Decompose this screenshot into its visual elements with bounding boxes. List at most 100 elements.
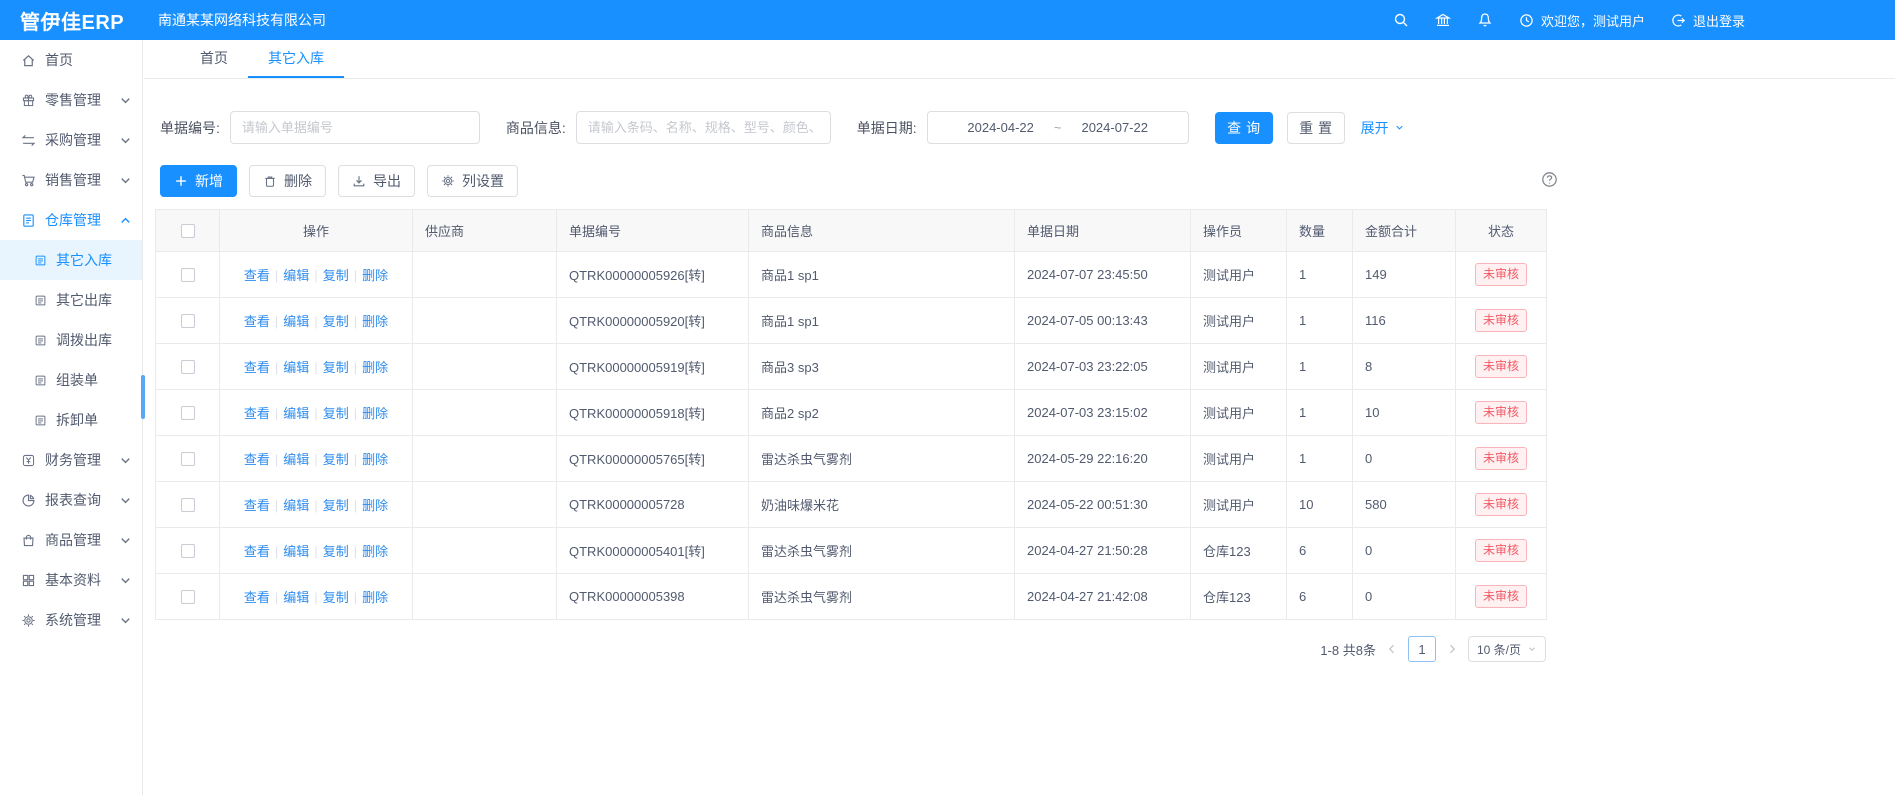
action-编辑[interactable]: 编辑 bbox=[283, 314, 309, 329]
add-button[interactable]: 新增 bbox=[160, 165, 237, 197]
select-all-checkbox[interactable] bbox=[181, 224, 195, 238]
cell-supplier bbox=[413, 252, 557, 298]
sidebar-item-基本资料[interactable]: 基本资料 bbox=[0, 560, 142, 600]
row-checkbox[interactable] bbox=[181, 452, 195, 466]
action-查看[interactable]: 查看 bbox=[244, 314, 270, 329]
main-content: 首页其它入库 单据编号: 商品信息: 单据日期: 2024-04-22 ~ 20… bbox=[144, 40, 1895, 795]
logout-button[interactable]: 退出登录 bbox=[1671, 11, 1745, 30]
action-编辑[interactable]: 编辑 bbox=[283, 360, 309, 375]
expand-toggle[interactable]: 展开 bbox=[1361, 118, 1405, 138]
action-编辑[interactable]: 编辑 bbox=[283, 498, 309, 513]
page-size-select[interactable]: 10 条/页 bbox=[1468, 636, 1546, 662]
action-查看[interactable]: 查看 bbox=[244, 406, 270, 421]
search-button[interactable]: 查询 bbox=[1215, 112, 1273, 144]
sidebar-item-销售管理[interactable]: 销售管理 bbox=[0, 160, 142, 200]
action-separator: | bbox=[275, 498, 278, 513]
action-删除[interactable]: 删除 bbox=[362, 406, 388, 421]
action-查看[interactable]: 查看 bbox=[244, 498, 270, 513]
product-info-input[interactable] bbox=[576, 111, 831, 144]
tab-其它入库[interactable]: 其它入库 bbox=[248, 40, 344, 78]
action-查看[interactable]: 查看 bbox=[244, 268, 270, 283]
filter-bar: 单据编号: 商品信息: 单据日期: 2024-04-22 ~ 2024-07-2… bbox=[144, 111, 1560, 144]
row-checkbox[interactable] bbox=[181, 314, 195, 328]
action-复制[interactable]: 复制 bbox=[323, 268, 349, 283]
row-checkbox[interactable] bbox=[181, 406, 195, 420]
row-checkbox[interactable] bbox=[181, 268, 195, 282]
next-page-button[interactable] bbox=[1446, 643, 1458, 655]
prev-page-button[interactable] bbox=[1386, 643, 1398, 655]
doc-icon bbox=[34, 294, 47, 307]
row-checkbox[interactable] bbox=[181, 544, 195, 558]
reset-button[interactable]: 重置 bbox=[1287, 112, 1345, 144]
column-settings-button[interactable]: 列设置 bbox=[427, 165, 518, 197]
user-menu[interactable]: 欢迎您，测试用户 bbox=[1519, 11, 1645, 30]
sidebar-item-财务管理[interactable]: 财务管理 bbox=[0, 440, 142, 480]
cell-qty: 1 bbox=[1287, 298, 1353, 344]
sidebar-scrollbar-thumb[interactable] bbox=[141, 375, 145, 419]
action-删除[interactable]: 删除 bbox=[362, 590, 388, 605]
action-查看[interactable]: 查看 bbox=[244, 360, 270, 375]
sidebar-item-label: 报表查询 bbox=[45, 490, 101, 510]
sidebar-item-其它入库[interactable]: 其它入库 bbox=[0, 240, 142, 280]
search-icon[interactable] bbox=[1393, 12, 1409, 28]
action-编辑[interactable]: 编辑 bbox=[283, 590, 309, 605]
organization-icon[interactable] bbox=[1435, 12, 1451, 28]
action-删除[interactable]: 删除 bbox=[362, 360, 388, 375]
action-查看[interactable]: 查看 bbox=[244, 590, 270, 605]
action-复制[interactable]: 复制 bbox=[323, 590, 349, 605]
sidebar-item-报表查询[interactable]: 报表查询 bbox=[0, 480, 142, 520]
action-复制[interactable]: 复制 bbox=[323, 498, 349, 513]
sidebar-item-首页[interactable]: 首页 bbox=[0, 40, 142, 80]
action-编辑[interactable]: 编辑 bbox=[283, 268, 309, 283]
sidebar-item-label: 基本资料 bbox=[45, 570, 101, 590]
cell-date: 2024-07-03 23:22:05 bbox=[1015, 344, 1191, 390]
sidebar-item-仓库管理[interactable]: 仓库管理 bbox=[0, 200, 142, 240]
action-编辑[interactable]: 编辑 bbox=[283, 544, 309, 559]
sidebar-item-label: 商品管理 bbox=[45, 530, 101, 550]
action-复制[interactable]: 复制 bbox=[323, 314, 349, 329]
sidebar-item-系统管理[interactable]: 系统管理 bbox=[0, 600, 142, 640]
sidebar-item-组装单[interactable]: 组装单 bbox=[0, 360, 142, 400]
action-复制[interactable]: 复制 bbox=[323, 406, 349, 421]
table-row: 查看|编辑|复制|删除QTRK00000005919[转]商品3 sp32024… bbox=[156, 344, 1547, 390]
tab-首页[interactable]: 首页 bbox=[180, 40, 248, 78]
column-header-数量: 数量 bbox=[1287, 210, 1353, 252]
sidebar-item-零售管理[interactable]: 零售管理 bbox=[0, 80, 142, 120]
notification-bell-icon[interactable] bbox=[1477, 12, 1493, 28]
action-查看[interactable]: 查看 bbox=[244, 544, 270, 559]
date-start-value[interactable]: 2024-04-22 bbox=[967, 120, 1034, 135]
date-range-picker[interactable]: 2024-04-22 ~ 2024-07-22 bbox=[927, 111, 1189, 144]
pagination: 1-8 共8条 1 10 条/页 bbox=[144, 636, 1560, 662]
cell-operator: 仓库123 bbox=[1191, 528, 1287, 574]
bill-no-input[interactable] bbox=[230, 111, 480, 144]
action-删除[interactable]: 删除 bbox=[362, 498, 388, 513]
sidebar-item-其它出库[interactable]: 其它出库 bbox=[0, 280, 142, 320]
help-icon[interactable] bbox=[1541, 171, 1558, 188]
cell-actions: 查看|编辑|复制|删除 bbox=[220, 390, 413, 436]
page-number[interactable]: 1 bbox=[1408, 636, 1436, 662]
row-checkbox[interactable] bbox=[181, 498, 195, 512]
chevron-down-icon bbox=[118, 133, 133, 148]
action-编辑[interactable]: 编辑 bbox=[283, 406, 309, 421]
app-logo[interactable]: 管伊佳ERP bbox=[0, 6, 143, 35]
row-checkbox[interactable] bbox=[181, 360, 195, 374]
date-end-value[interactable]: 2024-07-22 bbox=[1081, 120, 1148, 135]
action-删除[interactable]: 删除 bbox=[362, 452, 388, 467]
action-删除[interactable]: 删除 bbox=[362, 544, 388, 559]
cell-bill_no: QTRK00000005918[转] bbox=[557, 390, 749, 436]
action-删除[interactable]: 删除 bbox=[362, 268, 388, 283]
action-复制[interactable]: 复制 bbox=[323, 544, 349, 559]
sidebar-item-采购管理[interactable]: 采购管理 bbox=[0, 120, 142, 160]
sidebar-item-调拨出库[interactable]: 调拨出库 bbox=[0, 320, 142, 360]
delete-button[interactable]: 删除 bbox=[249, 165, 326, 197]
action-删除[interactable]: 删除 bbox=[362, 314, 388, 329]
row-checkbox[interactable] bbox=[181, 590, 195, 604]
action-编辑[interactable]: 编辑 bbox=[283, 452, 309, 467]
sidebar-item-拆卸单[interactable]: 拆卸单 bbox=[0, 400, 142, 440]
action-复制[interactable]: 复制 bbox=[323, 452, 349, 467]
sidebar-item-商品管理[interactable]: 商品管理 bbox=[0, 520, 142, 560]
export-button[interactable]: 导出 bbox=[338, 165, 415, 197]
action-查看[interactable]: 查看 bbox=[244, 452, 270, 467]
cell-select bbox=[156, 482, 220, 528]
action-复制[interactable]: 复制 bbox=[323, 360, 349, 375]
